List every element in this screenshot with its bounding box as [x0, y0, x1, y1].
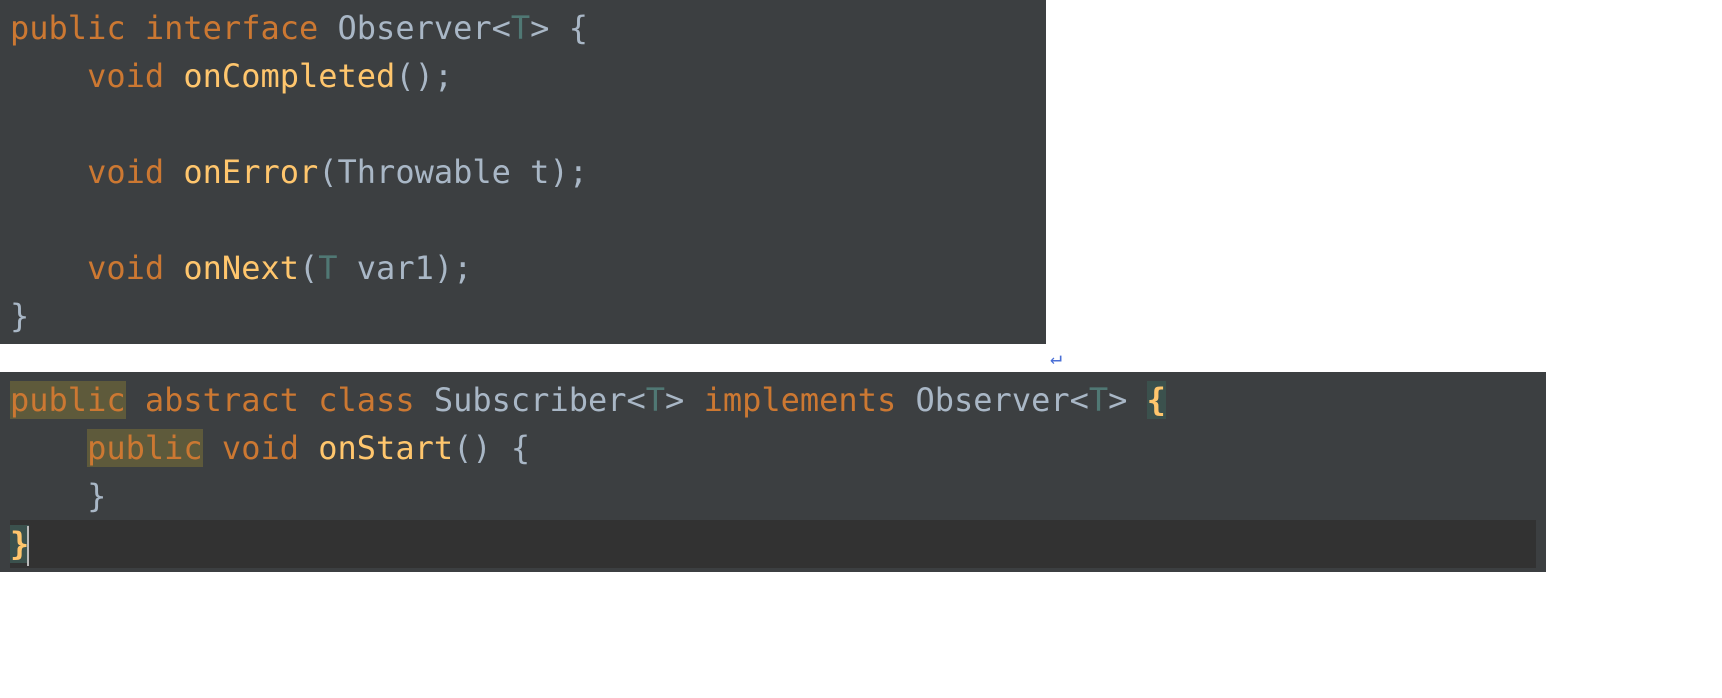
- keyword-void: void: [87, 153, 164, 191]
- generic-type: T: [511, 9, 530, 47]
- param-name-var1: var1: [357, 249, 434, 287]
- keyword-public: public: [10, 9, 126, 47]
- brace-open-matched: {: [1147, 381, 1166, 419]
- paragraph-mark-icon: ↵: [1050, 342, 1062, 372]
- code-line: void onCompleted();: [10, 52, 1036, 100]
- param-name-t: t: [530, 153, 549, 191]
- code-line: void onError(Throwable t);: [10, 148, 1036, 196]
- code-block-subscriber[interactable]: public abstract class Subscriber<T> impl…: [0, 372, 1546, 572]
- method-onerror: onError: [183, 153, 318, 191]
- brace-open: {: [569, 9, 588, 47]
- keyword-public-highlighted: public: [10, 381, 126, 419]
- generic-type: T: [318, 249, 337, 287]
- code-line-current: }: [10, 520, 1536, 568]
- blank-line: [10, 100, 1036, 148]
- code-line: void onNext(T var1);: [10, 244, 1036, 292]
- brace-close: }: [10, 297, 29, 335]
- type-subscriber: Subscriber: [434, 381, 627, 419]
- method-onnext: onNext: [183, 249, 299, 287]
- keyword-public-highlighted: public: [87, 429, 203, 467]
- method-oncompleted: onCompleted: [183, 57, 395, 95]
- keyword-void: void: [87, 249, 164, 287]
- keyword-void: void: [222, 429, 299, 467]
- brace-close: }: [87, 477, 106, 515]
- code-block-observer[interactable]: public interface Observer<T> { void onCo…: [0, 0, 1046, 344]
- param-type-throwable: Throwable: [338, 153, 511, 191]
- type-observer: Observer: [338, 9, 492, 47]
- keyword-void: void: [87, 57, 164, 95]
- type-observer: Observer: [915, 381, 1069, 419]
- code-line: }: [10, 292, 1036, 340]
- code-line: public interface Observer<T> {: [10, 4, 1036, 52]
- code-line: public abstract class Subscriber<T> impl…: [10, 376, 1536, 424]
- code-line: public void onStart() {: [10, 424, 1536, 472]
- blank-line: [10, 196, 1036, 244]
- keyword-class: class: [318, 381, 414, 419]
- keyword-implements: implements: [704, 381, 897, 419]
- method-onstart: onStart: [318, 429, 453, 467]
- keyword-interface: interface: [145, 9, 318, 47]
- text-cursor: [27, 526, 29, 566]
- generic-type: T: [646, 381, 665, 419]
- brace-open: {: [511, 429, 530, 467]
- keyword-abstract: abstract: [145, 381, 299, 419]
- code-line: }: [10, 472, 1536, 520]
- generic-type: T: [1089, 381, 1108, 419]
